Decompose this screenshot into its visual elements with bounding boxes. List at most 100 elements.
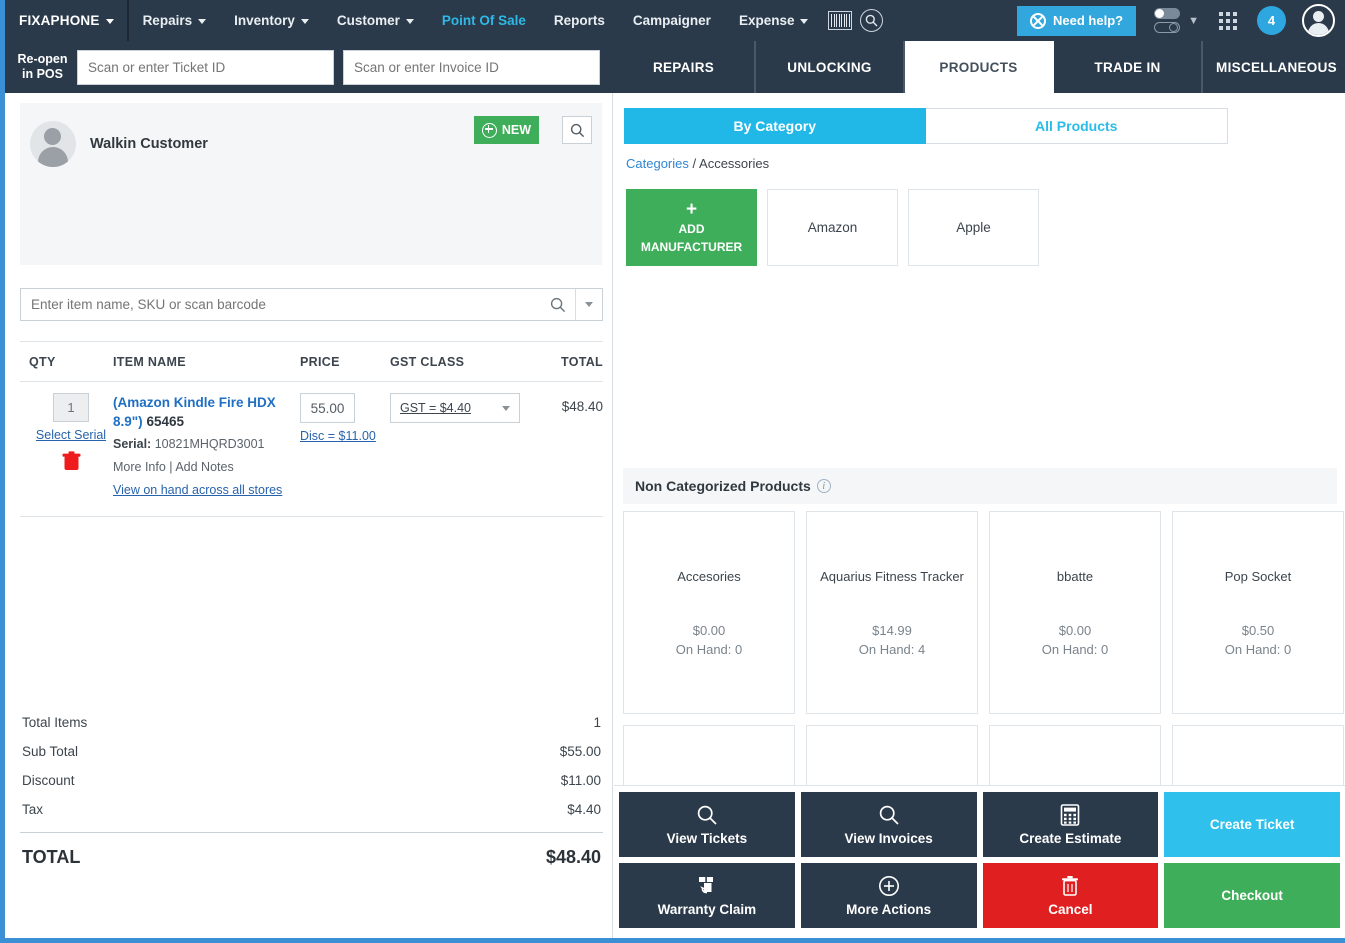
tab-unlocking[interactable]: UNLOCKING [756,41,905,93]
total-line-sub-total: Sub Total $55.00 [20,737,603,766]
product-card[interactable]: Aquarius Fitness Tracker $14.99 On Hand:… [806,511,978,714]
cancel-button[interactable]: Cancel [982,863,1159,928]
need-help-button[interactable]: Need help? [1017,5,1137,36]
toggle-switch-off-icon [1154,22,1181,33]
cell-item-name: (Amazon Kindle Fire HDX 8.9") 65465 Seri… [113,393,300,516]
nav-label: Expense [738,13,795,28]
chevron-down-icon[interactable]: ▼ [1188,15,1199,27]
brand-menu[interactable]: FIXAPHONE [5,0,129,41]
serial-value: 10821MHQRD3001 [154,437,265,451]
breadcrumb-categories-link[interactable]: Categories [626,156,689,171]
column-header-price: PRICE [300,354,340,369]
table-row: 1 Select Serial (Amazon Kindle Fire HDX … [20,382,603,517]
checkout-button[interactable]: Checkout [1164,863,1340,928]
discount-link[interactable]: Disc = $11.00 [300,429,390,443]
search-icon [696,804,718,828]
label: Discount [22,773,75,788]
avatar [30,121,76,167]
product-card[interactable]: Accesories $0.00 On Hand: 0 [623,511,795,714]
button-label: Cancel [1048,901,1093,917]
add-notes-link[interactable]: Add Notes [175,460,233,474]
quantity-stepper[interactable]: 1 [53,393,89,422]
manufacturer-card-apple[interactable]: Apple [908,189,1039,266]
value: $55.00 [559,744,601,759]
item-search-input[interactable] [21,289,541,320]
product-price: $14.99 [872,623,912,638]
nav-item-expense[interactable]: Expense [725,0,823,41]
apps-grid-icon[interactable] [1219,11,1237,30]
brand-label: FIXAPHONE [19,13,100,28]
tab-products[interactable]: PRODUCTS [905,41,1054,93]
need-help-label: Need help? [1053,13,1124,28]
tab-by-category[interactable]: By Category [624,108,926,144]
product-name: Accesories [677,569,741,584]
nav-item-campaigner[interactable]: Campaigner [619,0,725,41]
lifebuoy-icon [1030,12,1047,29]
gst-class-value: GST = $4.40 [400,401,471,415]
value: $4.40 [567,802,601,817]
add-customer-button[interactable]: NEW [473,116,539,144]
divider [20,832,603,833]
select-serial-link[interactable]: Select Serial [29,428,113,442]
more-actions-button[interactable]: More Actions [800,863,977,928]
plus-circle-icon [878,875,900,899]
nav-item-customer[interactable]: Customer [323,0,428,41]
add-manufacturer-button[interactable]: + ADD MANUFACTURER [626,189,757,266]
total-line-tax: Tax $4.40 [20,795,603,824]
tab-all-products[interactable]: All Products [925,108,1228,144]
order-totals: Total Items 1 Sub Total $55.00 Discount … [20,708,603,878]
manufacturer-list: + ADD MANUFACTURER Amazon Apple [626,189,1039,266]
warranty-claim-button[interactable]: Warranty Claim [619,863,795,928]
product-card[interactable]: Pop Socket $0.50 On Hand: 0 [1172,511,1344,714]
search-icon[interactable] [541,297,575,313]
tab-repairs[interactable]: REPAIRS [613,41,756,93]
create-estimate-button[interactable]: Create Estimate [982,792,1159,857]
item-name-link[interactable]: (Amazon Kindle Fire HDX 8.9") 65465 [113,393,300,431]
product-price: $0.00 [692,623,726,638]
nav-item-point-of-sale[interactable]: Point Of Sale [428,0,540,41]
manufacturer-card-amazon[interactable]: Amazon [767,189,898,266]
user-avatar-icon[interactable] [1302,4,1335,37]
search-icon[interactable] [860,9,884,32]
reopen-line2: in POS [22,67,63,81]
view-on-hand-link[interactable]: View on hand across all stores [113,483,282,497]
invoice-id-input[interactable] [343,50,600,85]
nav-label: Point Of Sale [441,13,526,28]
calculator-icon [1060,803,1080,828]
toggle-switch-on-icon [1154,8,1181,19]
action-button-grid: View Tickets View Invoices Create Estima… [614,785,1345,933]
create-ticket-button[interactable]: Create Ticket [1164,792,1340,857]
price-input[interactable]: 55.00 [300,393,355,423]
notification-count-badge[interactable]: 4 [1257,6,1286,35]
item-serial: Serial: 10821MHQRD3001 [113,435,300,454]
reopen-in-pos-label: Re-open in POS [10,41,75,93]
product-view-mode-tabs: By Category All Products [624,108,1228,144]
mode-toggle-switches[interactable] [1154,8,1181,33]
ticket-id-input[interactable] [77,50,334,85]
product-card[interactable]: bbatte $0.00 On Hand: 0 [989,511,1161,714]
tab-trade-in[interactable]: TRADE IN [1054,41,1203,93]
nav-label: Repairs [142,13,193,28]
product-name: Aquarius Fitness Tracker [820,569,964,584]
barcode-icon[interactable] [828,11,853,30]
chevron-down-icon[interactable] [576,302,602,307]
cell-gst-class: GST = $4.40 [390,393,540,516]
gst-class-select[interactable]: GST = $4.40 [390,393,520,423]
cell-row-total: $48.40 [561,399,603,414]
nav-item-reports[interactable]: Reports [540,0,619,41]
search-customer-button[interactable] [562,116,592,144]
tab-miscellaneous[interactable]: MISCELLANEOUS [1203,41,1345,93]
chevron-down-icon [800,19,809,24]
view-invoices-button[interactable]: View Invoices [800,792,977,857]
non-categorized-products-header: Non Categorized Products i [623,468,1337,504]
view-tickets-button[interactable]: View Tickets [619,792,795,857]
nav-item-inventory[interactable]: Inventory [220,0,323,41]
label: Sub Total [22,744,79,759]
cell-price: 55.00 Disc = $11.00 [300,393,390,516]
info-icon[interactable]: i [816,479,831,493]
reopen-line1: Re-open [17,52,68,66]
grand-total-label: TOTAL [22,847,81,867]
trash-icon[interactable] [62,451,81,477]
more-info-link[interactable]: More Info [113,460,166,474]
nav-item-repairs[interactable]: Repairs [129,0,221,41]
